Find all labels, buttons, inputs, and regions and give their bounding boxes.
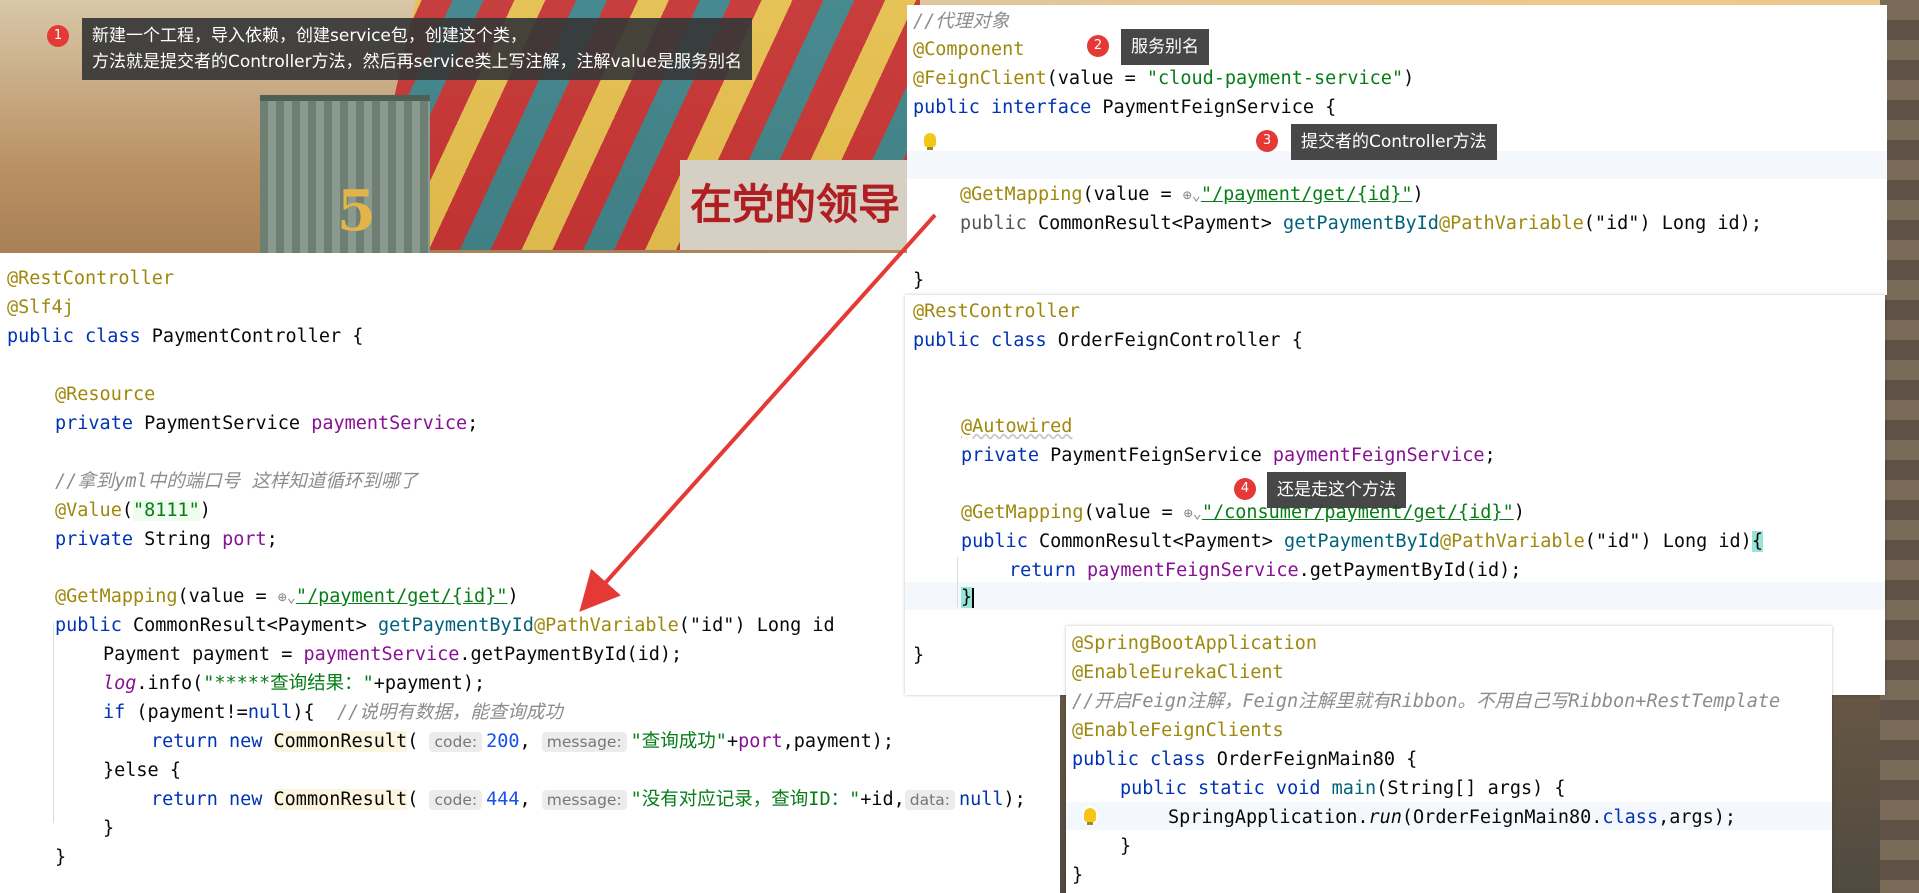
annotation-arrow bbox=[579, 213, 937, 612]
